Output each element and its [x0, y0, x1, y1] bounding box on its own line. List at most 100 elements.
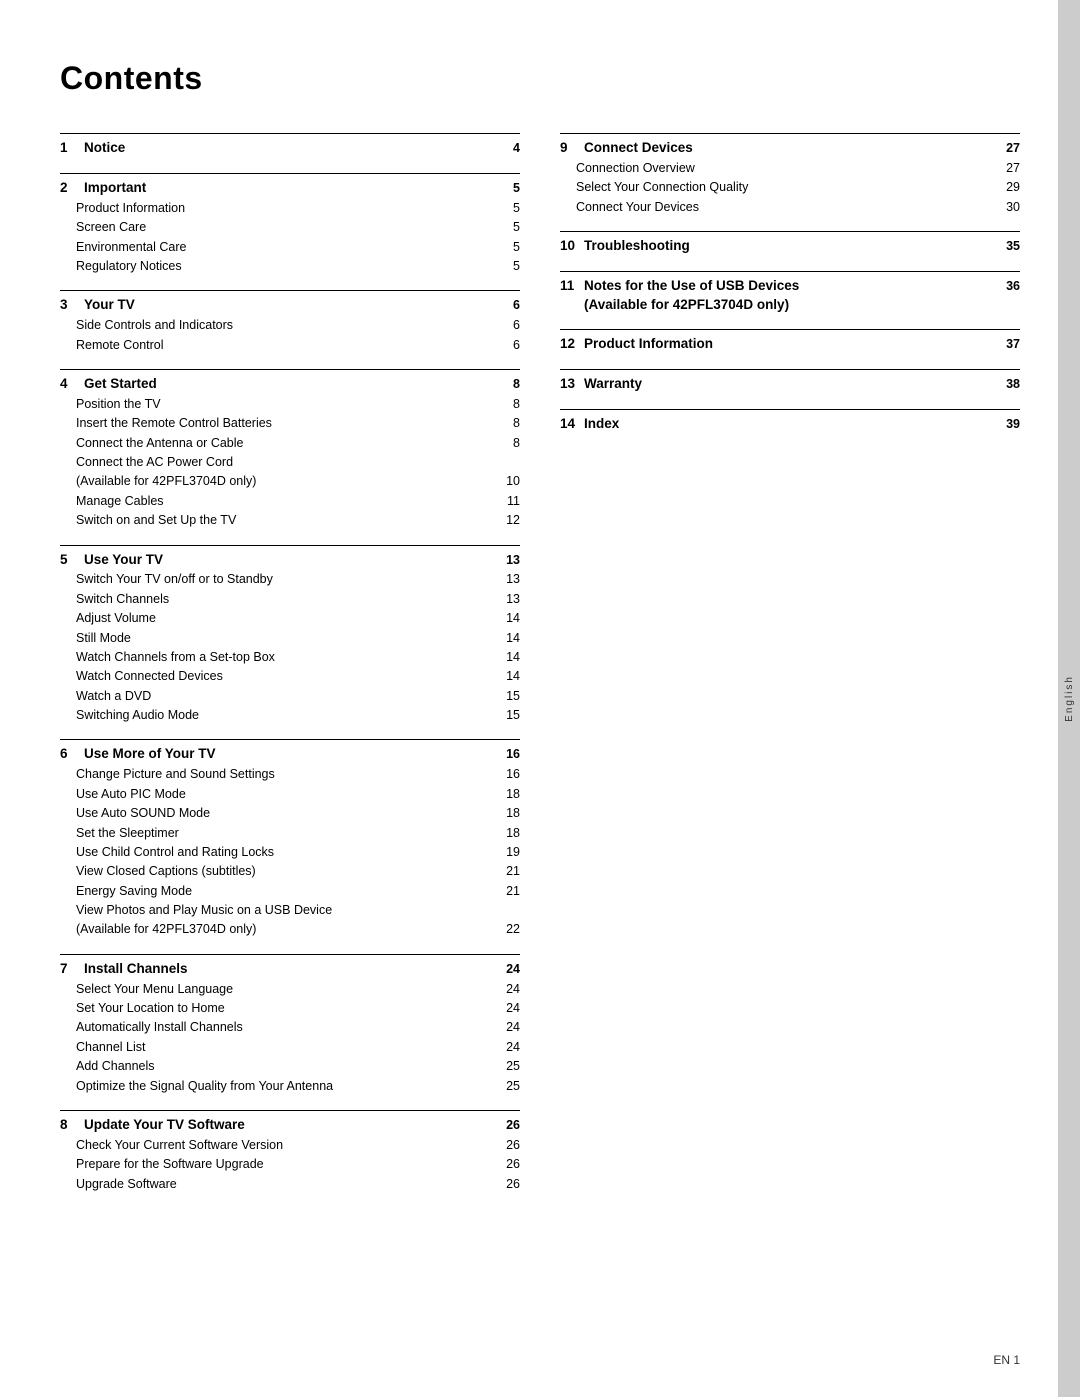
- toc-section-number: 10: [560, 236, 578, 257]
- toc-sub-page: 24: [496, 1038, 520, 1057]
- toc-sub-label: (Available for 42PFL3704D only): [76, 472, 496, 491]
- toc-sub-label: Watch Channels from a Set-top Box: [76, 648, 496, 667]
- toc-section-header: 13 Warranty38: [560, 374, 1020, 395]
- toc-sub-label: Switch Channels: [76, 590, 496, 609]
- language-tab: English: [1058, 0, 1080, 1397]
- toc-sub-item: Connection Overview27: [560, 159, 1020, 178]
- toc-sub-page: 11: [496, 492, 520, 511]
- toc-divider: [60, 290, 520, 291]
- toc-sub-label: View Photos and Play Music on a USB Devi…: [76, 901, 496, 920]
- toc-section-title: Get Started: [84, 374, 496, 395]
- toc-sub-page: 24: [496, 1018, 520, 1037]
- toc-sub-page: 5: [496, 257, 520, 276]
- toc-sub-item: Switching Audio Mode15: [60, 706, 520, 725]
- toc-sub-item: Upgrade Software26: [60, 1175, 520, 1194]
- toc-section-number: 6: [60, 744, 78, 765]
- toc-sub-item: Select Your Menu Language24: [60, 980, 520, 999]
- toc-sub-label: Regulatory Notices: [76, 257, 496, 276]
- toc-section-page: 6: [496, 296, 520, 315]
- toc-sub-page: 15: [496, 687, 520, 706]
- toc-sub-item: Product Information5: [60, 199, 520, 218]
- toc-section-page: 4: [496, 139, 520, 158]
- toc-sub-label: Upgrade Software: [76, 1175, 496, 1194]
- toc-sub-item: Channel List24: [60, 1038, 520, 1057]
- toc-sub-page: 25: [496, 1057, 520, 1076]
- toc-sub-page: 14: [496, 629, 520, 648]
- toc-section-number: 4: [60, 374, 78, 395]
- toc-sub-label: Use Child Control and Rating Locks: [76, 843, 496, 862]
- toc-section-header: 11Notes for the Use of USB Devices(Avail…: [560, 276, 1020, 315]
- toc-section-page: 38: [996, 375, 1020, 394]
- toc-sub-label: Select Your Menu Language: [76, 980, 496, 999]
- toc-sub-label: Remote Control: [76, 336, 496, 355]
- toc-section-title: Warranty: [584, 374, 996, 395]
- toc-sub-item: Screen Care5: [60, 218, 520, 237]
- toc-sub-page: 18: [496, 804, 520, 823]
- toc-sub-item: Environmental Care5: [60, 238, 520, 257]
- toc-sub-item: Prepare for the Software Upgrade26: [60, 1155, 520, 1174]
- toc-section-page: 24: [496, 960, 520, 979]
- toc-sub-page: 15: [496, 706, 520, 725]
- language-tab-label: English: [1064, 675, 1075, 722]
- toc-section-number: 5: [60, 550, 78, 571]
- toc-sub-item: Watch a DVD15: [60, 687, 520, 706]
- toc-section-page: 27: [996, 139, 1020, 158]
- toc-section-number: 9: [560, 138, 578, 159]
- toc-sub-label: Optimize the Signal Quality from Your An…: [76, 1077, 496, 1096]
- toc-section-number: 13: [560, 374, 578, 395]
- toc-sub-item: View Closed Captions (subtitles)21: [60, 862, 520, 881]
- toc-sub-item: View Photos and Play Music on a USB Devi…: [60, 901, 520, 920]
- toc-sub-item: Energy Saving Mode21: [60, 882, 520, 901]
- toc-section-title: Use Your TV: [84, 550, 496, 571]
- toc-section-page: 26: [496, 1116, 520, 1135]
- toc-section-header: 2Important5: [60, 178, 520, 199]
- toc-sub-label: Add Channels: [76, 1057, 496, 1076]
- toc-sub-label: Adjust Volume: [76, 609, 496, 628]
- toc-section-header: 4Get Started8: [60, 374, 520, 395]
- toc-sub-item: Switch on and Set Up the TV12: [60, 511, 520, 530]
- toc-section-number: 1: [60, 138, 78, 159]
- toc-sub-label: Set Your Location to Home: [76, 999, 496, 1018]
- toc-sub-label: Select Your Connection Quality: [576, 178, 996, 197]
- toc-section-title: Your TV: [84, 295, 496, 316]
- toc-section-page: 37: [996, 335, 1020, 354]
- toc-sub-label: Switch Your TV on/off or to Standby: [76, 570, 496, 589]
- toc-sub-page: 12: [496, 511, 520, 530]
- toc-sub-page: 10: [496, 472, 520, 491]
- toc-section-page: 39: [996, 415, 1020, 434]
- toc-sub-item: Use Auto SOUND Mode18: [60, 804, 520, 823]
- toc-divider: [60, 369, 520, 370]
- toc-sub-page: 8: [496, 414, 520, 433]
- toc-sub-page: 25: [496, 1077, 520, 1096]
- toc-section-title: Index: [584, 414, 996, 435]
- toc-sub-page: 22: [496, 920, 520, 939]
- toc-sub-item: Watch Channels from a Set-top Box14: [60, 648, 520, 667]
- toc-section-header: 6 Use More of Your TV16: [60, 744, 520, 765]
- toc-sub-label: Use Auto PIC Mode: [76, 785, 496, 804]
- toc-divider: [60, 954, 520, 955]
- page-title: Contents: [60, 60, 1020, 97]
- toc-sub-page: 13: [496, 590, 520, 609]
- toc-sub-page: 26: [496, 1136, 520, 1155]
- toc-section-page: 16: [496, 745, 520, 764]
- toc-sub-label: Change Picture and Sound Settings: [76, 765, 496, 784]
- toc-sub-label: Connection Overview: [576, 159, 996, 178]
- toc-sub-item: Connect the Antenna or Cable8: [60, 434, 520, 453]
- toc-sub-item: Check Your Current Software Version26: [60, 1136, 520, 1155]
- toc-section-number: 3: [60, 295, 78, 316]
- toc-divider: [60, 1110, 520, 1111]
- toc-divider: [60, 173, 520, 174]
- toc-sub-item: Still Mode14: [60, 629, 520, 648]
- toc-sub-label: Energy Saving Mode: [76, 882, 496, 901]
- toc-section-page: 35: [996, 237, 1020, 256]
- toc-sub-page: 13: [496, 570, 520, 589]
- toc-sub-label: Environmental Care: [76, 238, 496, 257]
- toc-sub-page: 29: [996, 178, 1020, 197]
- toc-sub-item: Switch Your TV on/off or to Standby13: [60, 570, 520, 589]
- toc-sub-page: 16: [496, 765, 520, 784]
- toc-sub-page: 24: [496, 999, 520, 1018]
- toc-section-title: Use More of Your TV: [84, 744, 496, 765]
- toc-section-header: 9Connect Devices27: [560, 138, 1020, 159]
- toc-sub-page: 24: [496, 980, 520, 999]
- right-column: 9Connect Devices27Connection Overview27S…: [560, 127, 1020, 1202]
